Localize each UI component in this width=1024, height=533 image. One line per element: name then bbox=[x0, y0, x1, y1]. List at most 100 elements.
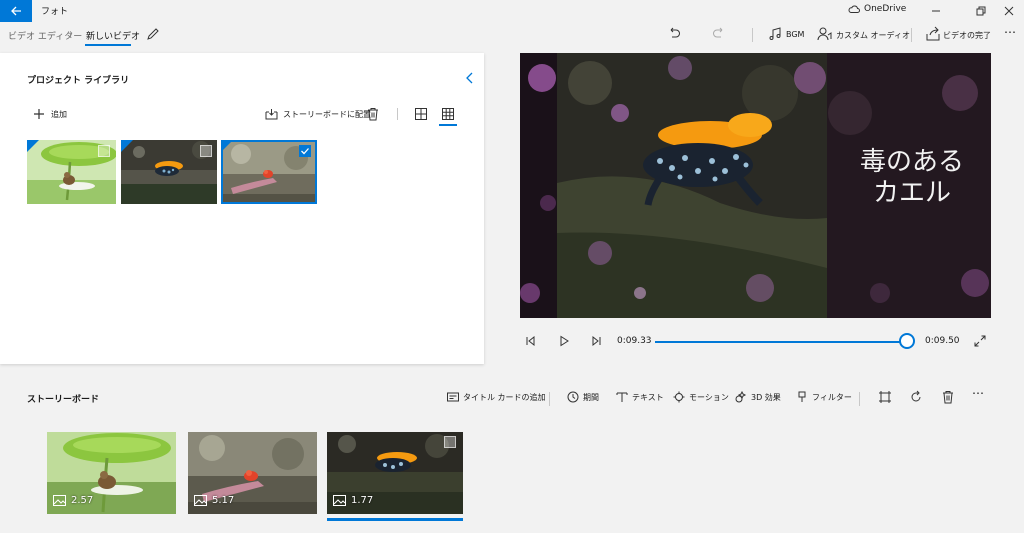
breadcrumb-project-name[interactable]: 新しいビデオ bbox=[86, 29, 140, 42]
text-label: テキスト bbox=[632, 392, 664, 402]
title-card-icon bbox=[447, 392, 459, 402]
command-bar: ビデオ エディター › 新しいビデオ BGM カスタム オーディオ ビデオの完了… bbox=[0, 22, 1024, 48]
plus-icon bbox=[34, 109, 44, 119]
library-item-poison-frog[interactable] bbox=[121, 140, 217, 204]
filter-button[interactable]: フィルター bbox=[796, 391, 852, 403]
toolbar-divider bbox=[397, 108, 398, 120]
export-icon[interactable] bbox=[925, 26, 941, 42]
clip-duration: 1.77 bbox=[333, 495, 373, 506]
text-icon bbox=[616, 392, 628, 402]
more-options-icon[interactable]: ⋯ bbox=[1004, 25, 1016, 39]
photo-icon bbox=[333, 495, 346, 506]
close-button[interactable] bbox=[992, 0, 1024, 22]
trash-icon[interactable] bbox=[941, 390, 955, 404]
clip-duration-value: 5.17 bbox=[212, 495, 235, 506]
clip-duration-value: 1.77 bbox=[351, 495, 374, 506]
more-options-icon[interactable]: ⋯ bbox=[972, 386, 984, 400]
total-time: 0:09.50 bbox=[925, 336, 960, 346]
seek-bar-played[interactable] bbox=[655, 341, 906, 343]
current-time: 0:09.33 bbox=[617, 336, 652, 346]
minimize-icon bbox=[932, 10, 940, 12]
toolbar-divider bbox=[859, 392, 860, 406]
arrow-left-icon bbox=[11, 6, 21, 16]
checkmark-icon bbox=[301, 148, 309, 155]
clock-icon bbox=[567, 391, 579, 403]
select-checkbox[interactable] bbox=[98, 145, 110, 157]
seek-slider-handle[interactable] bbox=[899, 333, 915, 349]
crop-resize-icon[interactable] bbox=[878, 390, 892, 404]
next-frame-icon[interactable] bbox=[589, 334, 603, 348]
filter-label: フィルター bbox=[812, 392, 852, 402]
redo-icon[interactable] bbox=[711, 26, 727, 42]
3d-effects-icon bbox=[735, 391, 747, 403]
add-media-button[interactable]: 追加 bbox=[33, 108, 67, 120]
breadcrumb-underline bbox=[85, 44, 131, 46]
photo-icon bbox=[194, 495, 207, 506]
undo-icon[interactable] bbox=[666, 26, 682, 42]
add-title-card-button[interactable]: タイトル カードの追加 bbox=[447, 391, 546, 403]
clip-select-checkbox[interactable] bbox=[444, 436, 456, 448]
trash-icon[interactable] bbox=[366, 107, 380, 121]
large-thumbnails-icon[interactable] bbox=[414, 107, 428, 121]
rotate-icon[interactable] bbox=[909, 390, 923, 404]
select-checkbox[interactable] bbox=[200, 145, 212, 157]
overlay-line-1: 毒のある bbox=[859, 147, 964, 177]
pencil-icon[interactable] bbox=[145, 26, 161, 42]
media-in-use-marker bbox=[121, 140, 133, 152]
view-selected-indicator bbox=[439, 124, 457, 126]
title-bar: フォト OneDrive bbox=[0, 0, 1024, 22]
photo-icon bbox=[53, 495, 66, 506]
text-button[interactable]: テキスト bbox=[616, 391, 664, 403]
small-thumbnails-icon[interactable] bbox=[441, 107, 455, 121]
play-icon[interactable] bbox=[557, 334, 571, 348]
storyboard-clip-2[interactable]: 5.17 bbox=[188, 432, 317, 514]
3d-effects-button[interactable]: 3D 効果 bbox=[735, 391, 781, 403]
toolbar-divider bbox=[752, 28, 753, 42]
minimize-button[interactable] bbox=[919, 0, 953, 22]
place-in-storyboard-icon bbox=[265, 109, 278, 120]
select-checkbox-checked[interactable] bbox=[299, 145, 311, 157]
onedrive-status[interactable]: OneDrive bbox=[848, 4, 906, 14]
fullscreen-icon[interactable] bbox=[973, 334, 987, 348]
add-title-card-label: タイトル カードの追加 bbox=[463, 392, 546, 402]
place-in-storyboard-label: ストーリーボードに配置 bbox=[283, 109, 371, 119]
motion-button[interactable]: モーション bbox=[673, 391, 729, 403]
previous-frame-icon[interactable] bbox=[524, 334, 538, 348]
motion-icon bbox=[673, 391, 685, 403]
bgm-button[interactable]: BGM bbox=[786, 30, 804, 39]
motion-label: モーション bbox=[689, 392, 729, 402]
duration-label: 期間 bbox=[583, 392, 599, 402]
place-in-storyboard-button[interactable]: ストーリーボードに配置 bbox=[265, 108, 371, 120]
clip-duration: 2.57 bbox=[53, 495, 93, 506]
restore-icon bbox=[976, 6, 986, 16]
toolbar-divider bbox=[549, 392, 550, 406]
3d-effects-label: 3D 効果 bbox=[751, 392, 781, 402]
title-overlay-text: 毒のある カエル bbox=[822, 147, 1002, 209]
toolbar-divider bbox=[911, 28, 912, 42]
duration-button[interactable]: 期間 bbox=[567, 391, 599, 403]
filter-icon bbox=[798, 391, 806, 402]
overlay-line-2: カエル bbox=[872, 178, 951, 208]
storyboard-title: ストーリーボード bbox=[27, 395, 100, 405]
chevron-left-icon[interactable] bbox=[462, 70, 478, 86]
close-icon bbox=[1004, 6, 1014, 16]
music-note-icon[interactable] bbox=[767, 26, 783, 42]
chevron-right-icon: › bbox=[69, 28, 73, 39]
playback-controls: 0:09.33 0:09.50 bbox=[520, 330, 991, 354]
library-item-red-frog[interactable] bbox=[221, 140, 317, 204]
onedrive-label: OneDrive bbox=[864, 4, 907, 14]
custom-audio-button[interactable]: カスタム オーディオ bbox=[836, 30, 910, 41]
add-media-label: 追加 bbox=[51, 109, 67, 119]
clip-duration-value: 2.57 bbox=[71, 495, 94, 506]
storyboard-clip-1[interactable]: 2.57 bbox=[47, 432, 176, 514]
library-item-frog-leaf[interactable] bbox=[27, 140, 116, 204]
media-in-use-marker bbox=[221, 140, 233, 152]
custom-audio-icon[interactable] bbox=[817, 26, 833, 42]
cloud-icon bbox=[848, 5, 860, 13]
media-in-use-marker bbox=[27, 140, 39, 152]
storyboard-clip-3[interactable]: 1.77 bbox=[327, 432, 463, 514]
back-button[interactable] bbox=[0, 0, 32, 22]
finish-video-button[interactable]: ビデオの完了 bbox=[943, 30, 991, 41]
clip-duration: 5.17 bbox=[194, 495, 234, 506]
storyboard-toolbar: ストーリーボード タイトル カードの追加 期間 テキスト モーション 3D 効果… bbox=[0, 384, 1024, 412]
